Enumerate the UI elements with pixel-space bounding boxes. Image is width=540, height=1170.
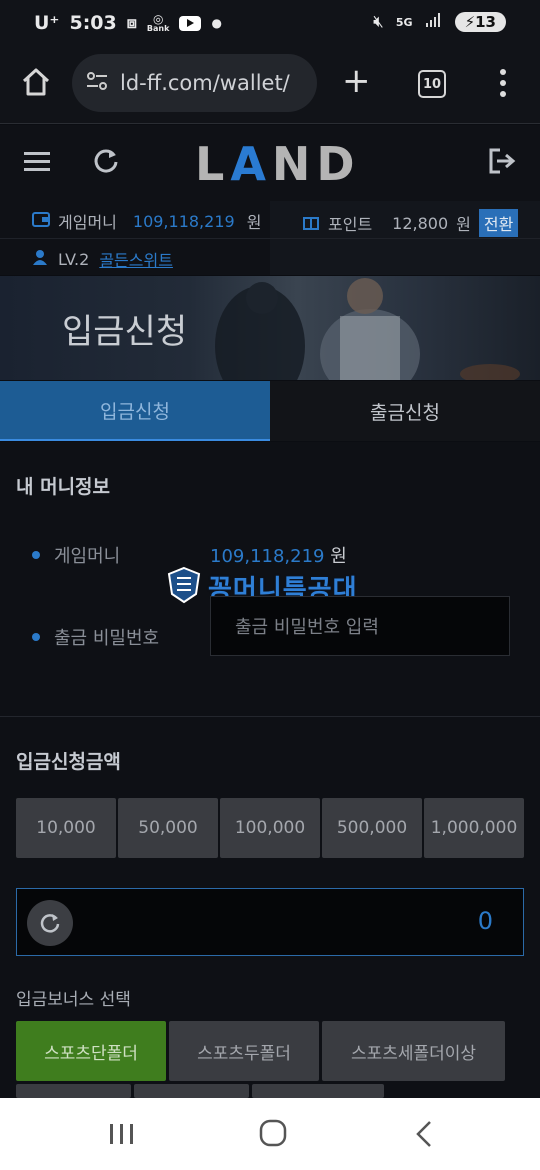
page-banner: 입금신청 (0, 276, 540, 380)
deposit-amount-input[interactable]: 0 (16, 888, 524, 956)
recent-apps-icon[interactable] (108, 1122, 136, 1150)
athletes-image (200, 276, 540, 380)
point-summary: 포인트 12,800 원 전환 (302, 209, 519, 237)
address-bar[interactable]: ld-ff.com/wallet/ (72, 54, 317, 112)
section-title: 내 머니정보 (16, 476, 111, 498)
refresh-icon[interactable] (92, 147, 120, 179)
back-icon[interactable] (414, 1120, 434, 1152)
system-navigation-bar (0, 1098, 540, 1170)
tab-withdraw[interactable]: 출금신청 (270, 381, 540, 441)
withdraw-password-label: 출금 비밀번호 (54, 628, 160, 649)
level-name-link[interactable]: 골든스위트 (99, 247, 173, 271)
hamburger-menu-icon[interactable] (24, 150, 52, 178)
carrier-label: U⁺ (34, 12, 60, 34)
status-bar: U⁺ 5:03 ⧈ ◎ Bank ● 🔇︎ 5G ⚡13 (0, 0, 540, 52)
network-type-label: 5G (395, 15, 413, 29)
point-value: 12,800 (392, 213, 449, 233)
clock: 5:03 (69, 12, 117, 34)
game-money-value: 109,118,219 (132, 211, 235, 231)
user-icon (32, 249, 48, 269)
money-info-section: 내 머니정보 게임머니 109,118,219 원 꽁머니특공대 출금 비밀번호… (0, 442, 540, 716)
bonus-option-row2-2[interactable] (134, 1084, 249, 1098)
browser-menu-icon[interactable] (498, 68, 508, 102)
point-currency: 원 (456, 215, 471, 234)
point-convert-button[interactable]: 전환 (478, 209, 519, 237)
browser-toolbar: ld-ff.com/wallet/ + 10 (0, 52, 540, 124)
account-info-bar: 게임머니 109,118,219 원 포인트 12,800 원 전환 LV.2 … (0, 201, 540, 275)
level-label: LV.2 (58, 249, 90, 269)
game-money-amount: 109,118,219 원 (210, 546, 347, 567)
home-button-icon[interactable] (259, 1119, 287, 1151)
shield-icon (166, 566, 202, 608)
screenshot-icon: ⧈ (126, 13, 137, 32)
bonus-option-row2-3[interactable] (252, 1084, 384, 1098)
bank-app-icon: ◎ Bank (146, 12, 170, 33)
amount-button-10000[interactable]: 10,000 (16, 798, 116, 858)
notification-dot-icon: ● (211, 16, 222, 30)
game-money-summary: 게임머니 109,118,219 원 (32, 209, 261, 233)
amount-button-1000000[interactable]: 1,000,000 (424, 798, 524, 858)
youtube-icon (179, 15, 202, 31)
bonus-title: 입금보너스 선택 (16, 990, 131, 1010)
point-label: 포인트 (328, 215, 373, 234)
reset-amount-button[interactable] (27, 900, 73, 946)
site-settings-icon[interactable] (86, 71, 108, 96)
new-tab-icon[interactable]: + (342, 64, 371, 98)
home-icon[interactable] (20, 66, 52, 102)
level-summary: LV.2 골든스위트 (32, 247, 173, 271)
bonus-option-sports-single[interactable]: 스포츠단폴더 (16, 1021, 166, 1081)
game-money-label: 게임머니 (58, 213, 117, 232)
bonus-option-row2-1[interactable] (16, 1084, 131, 1098)
gift-icon (302, 212, 320, 234)
deposit-amount-value: 0 (477, 907, 493, 935)
banner-title: 입금신청 (62, 312, 188, 352)
site-header: LAND (0, 125, 540, 201)
site-logo[interactable]: LAND (195, 137, 361, 191)
logout-icon[interactable] (488, 147, 516, 179)
amount-button-100000[interactable]: 100,000 (220, 798, 320, 858)
game-money-currency: 원 (246, 213, 262, 232)
bonus-option-sports-double[interactable]: 스포츠두폴더 (169, 1021, 319, 1081)
password-row: 출금 비밀번호 (32, 624, 159, 650)
tab-switcher-button[interactable]: 10 (418, 70, 446, 98)
url-text: ld-ff.com/wallet/ (120, 71, 290, 95)
wallet-icon (32, 211, 50, 231)
bonus-option-sports-triple[interactable]: 스포츠세폴더이상 (322, 1021, 505, 1081)
battery-icon: ⚡13 (454, 12, 506, 32)
signal-icon (425, 12, 443, 32)
game-money-label: 게임머니 (54, 546, 121, 567)
reset-icon (40, 914, 60, 933)
withdraw-password-input[interactable]: 출금 비밀번호 입력 (210, 596, 510, 656)
mute-icon: 🔇︎ (373, 12, 384, 32)
bullet-icon (32, 633, 40, 641)
amount-button-500000[interactable]: 500,000 (322, 798, 422, 858)
money-row: 게임머니 (32, 542, 120, 568)
amount-button-50000[interactable]: 50,000 (118, 798, 218, 858)
bullet-icon (32, 551, 40, 559)
deposit-amount-title: 입금신청금액 (16, 751, 121, 773)
tab-deposit[interactable]: 입금신청 (0, 381, 270, 441)
